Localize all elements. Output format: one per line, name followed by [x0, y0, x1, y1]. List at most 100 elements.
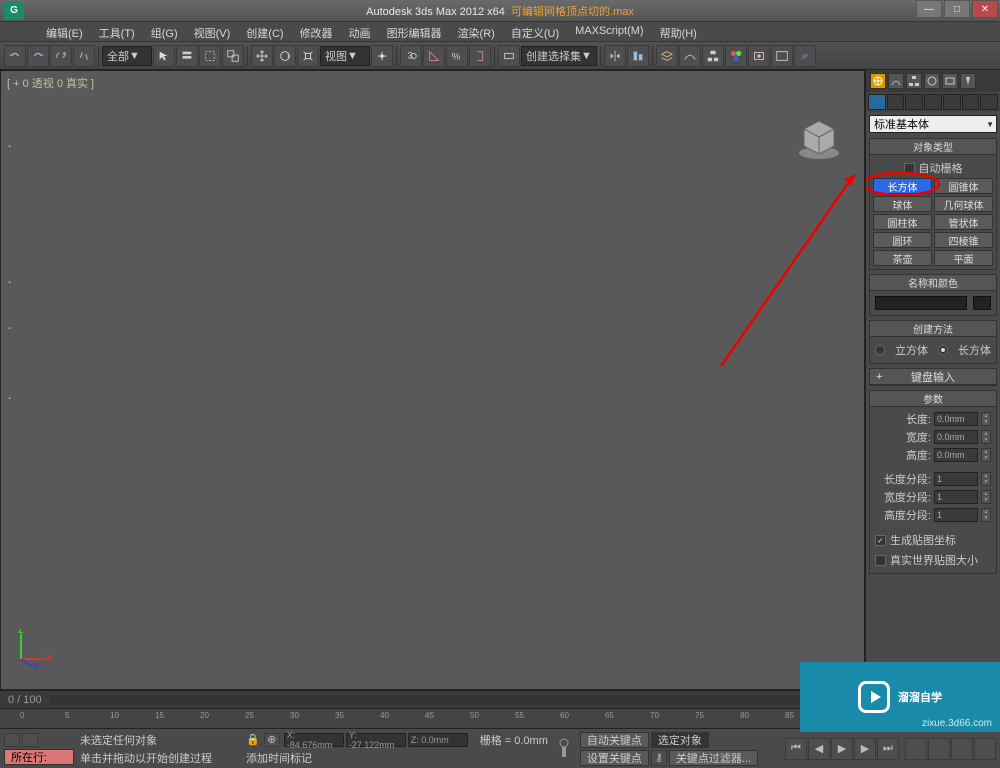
next-frame-button[interactable]: ▶ — [854, 738, 876, 760]
object-name-input[interactable] — [875, 296, 967, 310]
object-color-swatch[interactable] — [973, 296, 991, 310]
coord-toggle[interactable]: ⊕ — [264, 733, 280, 747]
coord-system[interactable]: 视图 ▼ — [320, 46, 370, 66]
category-lights[interactable] — [905, 94, 923, 110]
undo-button[interactable] — [4, 45, 26, 67]
goto-end-button[interactable]: ⏭ — [877, 738, 899, 760]
primitive-geosphere-button[interactable]: 几何球体 — [934, 196, 993, 212]
viewport-nav-1[interactable] — [905, 738, 927, 760]
tab-modify[interactable] — [888, 73, 904, 89]
lseg-spinner-buttons[interactable]: ▲▼ — [981, 472, 991, 486]
selset-dropdown[interactable]: 选定对象 — [651, 732, 709, 748]
width-spinner-buttons[interactable]: ▲▼ — [981, 430, 991, 444]
coord-z[interactable]: Z: 0.0mm — [408, 733, 468, 747]
primitive-category-dropdown[interactable]: 标准基本体 — [869, 115, 997, 133]
viewport-nav-3[interactable] — [951, 738, 973, 760]
snap-toggle[interactable]: 3 — [400, 45, 422, 67]
menu-rendering[interactable]: 渲染(R) — [450, 22, 503, 41]
select-name-button[interactable] — [176, 45, 198, 67]
menu-help[interactable]: 帮助(H) — [652, 22, 705, 41]
viewport-perspective[interactable]: [ + 0 透视 0 真实 ] xzy — [0, 70, 865, 690]
radio-cube[interactable] — [875, 345, 885, 355]
prev-frame-button[interactable]: ◀ — [808, 738, 830, 760]
pivot-button[interactable] — [371, 45, 393, 67]
play-button[interactable]: ▶ — [831, 738, 853, 760]
viewport-nav-2[interactable] — [928, 738, 950, 760]
add-time-tag[interactable]: 添加时间标记 — [246, 750, 312, 766]
menu-edit[interactable]: 编辑(E) — [38, 22, 91, 41]
primitive-pyramid-button[interactable]: 四棱锥 — [934, 232, 993, 248]
status-icon-2[interactable] — [22, 733, 38, 747]
render-frame-button[interactable] — [771, 45, 793, 67]
render-setup-button[interactable] — [748, 45, 770, 67]
primitive-cylinder-button[interactable]: 圆柱体 — [873, 214, 932, 230]
primitive-cone-button[interactable]: 圆锥体 — [934, 178, 993, 194]
curve-editor-button[interactable] — [679, 45, 701, 67]
maximize-button[interactable]: □ — [944, 0, 970, 18]
wseg-spinner[interactable]: 1 — [934, 490, 978, 504]
menu-modifiers[interactable]: 修改器 — [292, 22, 341, 41]
primitive-torus-button[interactable]: 圆环 — [873, 232, 932, 248]
minimize-button[interactable]: — — [916, 0, 942, 18]
height-spinner-buttons[interactable]: ▲▼ — [981, 448, 991, 462]
menu-animation[interactable]: 动画 — [341, 22, 379, 41]
keyfilter-icon[interactable]: ⚷ — [651, 750, 667, 766]
hseg-spinner-buttons[interactable]: ▲▼ — [981, 508, 991, 522]
rollout-header-params[interactable]: 参数 — [870, 391, 996, 407]
render-button[interactable] — [794, 45, 816, 67]
unlink-button[interactable] — [73, 45, 95, 67]
category-systems[interactable] — [980, 94, 998, 110]
named-selection-set[interactable]: 创建选择集 ▼ — [521, 46, 597, 66]
close-button[interactable]: ✕ — [972, 0, 998, 18]
align-button[interactable] — [627, 45, 649, 67]
mirror-button[interactable] — [604, 45, 626, 67]
viewcube[interactable] — [794, 111, 844, 161]
material-editor-button[interactable] — [725, 45, 747, 67]
lock-icon[interactable]: 🔒 — [246, 733, 260, 746]
primitive-plane-button[interactable]: 平面 — [934, 250, 993, 266]
coord-y[interactable]: Y: -27.122mm — [346, 733, 406, 747]
primitive-teapot-button[interactable]: 茶壶 — [873, 250, 932, 266]
rotate-button[interactable] — [274, 45, 296, 67]
rollout-header-method[interactable]: 创建方法 — [870, 321, 996, 337]
menu-customize[interactable]: 自定义(U) — [503, 22, 567, 41]
category-geometry[interactable] — [868, 94, 886, 110]
select-region-button[interactable] — [199, 45, 221, 67]
radio-box[interactable] — [938, 345, 948, 355]
width-spinner[interactable]: 0.0mm — [934, 430, 978, 444]
category-spacewarps[interactable] — [962, 94, 980, 110]
primitive-sphere-button[interactable]: 球体 — [873, 196, 932, 212]
menu-views[interactable]: 视图(V) — [186, 22, 239, 41]
tab-hierarchy[interactable] — [906, 73, 922, 89]
height-spinner[interactable]: 0.0mm — [934, 448, 978, 462]
angle-snap[interactable] — [423, 45, 445, 67]
category-helpers[interactable] — [943, 94, 961, 110]
move-button[interactable] — [251, 45, 273, 67]
realworld-checkbox[interactable] — [875, 555, 886, 566]
key-icon[interactable] — [554, 735, 574, 763]
coord-x[interactable]: X: -84.676mm — [284, 733, 344, 747]
named-sel-button[interactable] — [498, 45, 520, 67]
length-spinner-buttons[interactable]: ▲▼ — [981, 412, 991, 426]
autokey-button[interactable]: 自动关键点 — [580, 732, 649, 748]
length-spinner[interactable]: 0.0mm — [934, 412, 978, 426]
menu-tools[interactable]: 工具(T) — [91, 22, 143, 41]
tab-create[interactable] — [870, 73, 886, 89]
rollout-header-namecolor[interactable]: 名称和颜色 — [870, 275, 996, 291]
schematic-button[interactable] — [702, 45, 724, 67]
setkey-button[interactable]: 设置关键点 — [580, 750, 649, 766]
status-icon-1[interactable] — [4, 733, 20, 747]
selection-filter[interactable]: 全部 ▼ — [102, 46, 152, 66]
redo-button[interactable] — [27, 45, 49, 67]
menu-create[interactable]: 创建(C) — [238, 22, 291, 41]
tab-display[interactable] — [942, 73, 958, 89]
keyfilter-button[interactable]: 关键点过滤器... — [669, 750, 758, 766]
layer-indicator[interactable]: 所在行: — [4, 749, 74, 765]
category-cameras[interactable] — [924, 94, 942, 110]
tab-motion[interactable] — [924, 73, 940, 89]
menu-grapheditors[interactable]: 图形编辑器 — [379, 22, 450, 41]
link-button[interactable] — [50, 45, 72, 67]
category-shapes[interactable] — [887, 94, 905, 110]
menu-maxscript[interactable]: MAXScript(M) — [567, 22, 651, 41]
genmap-checkbox[interactable] — [875, 535, 886, 546]
